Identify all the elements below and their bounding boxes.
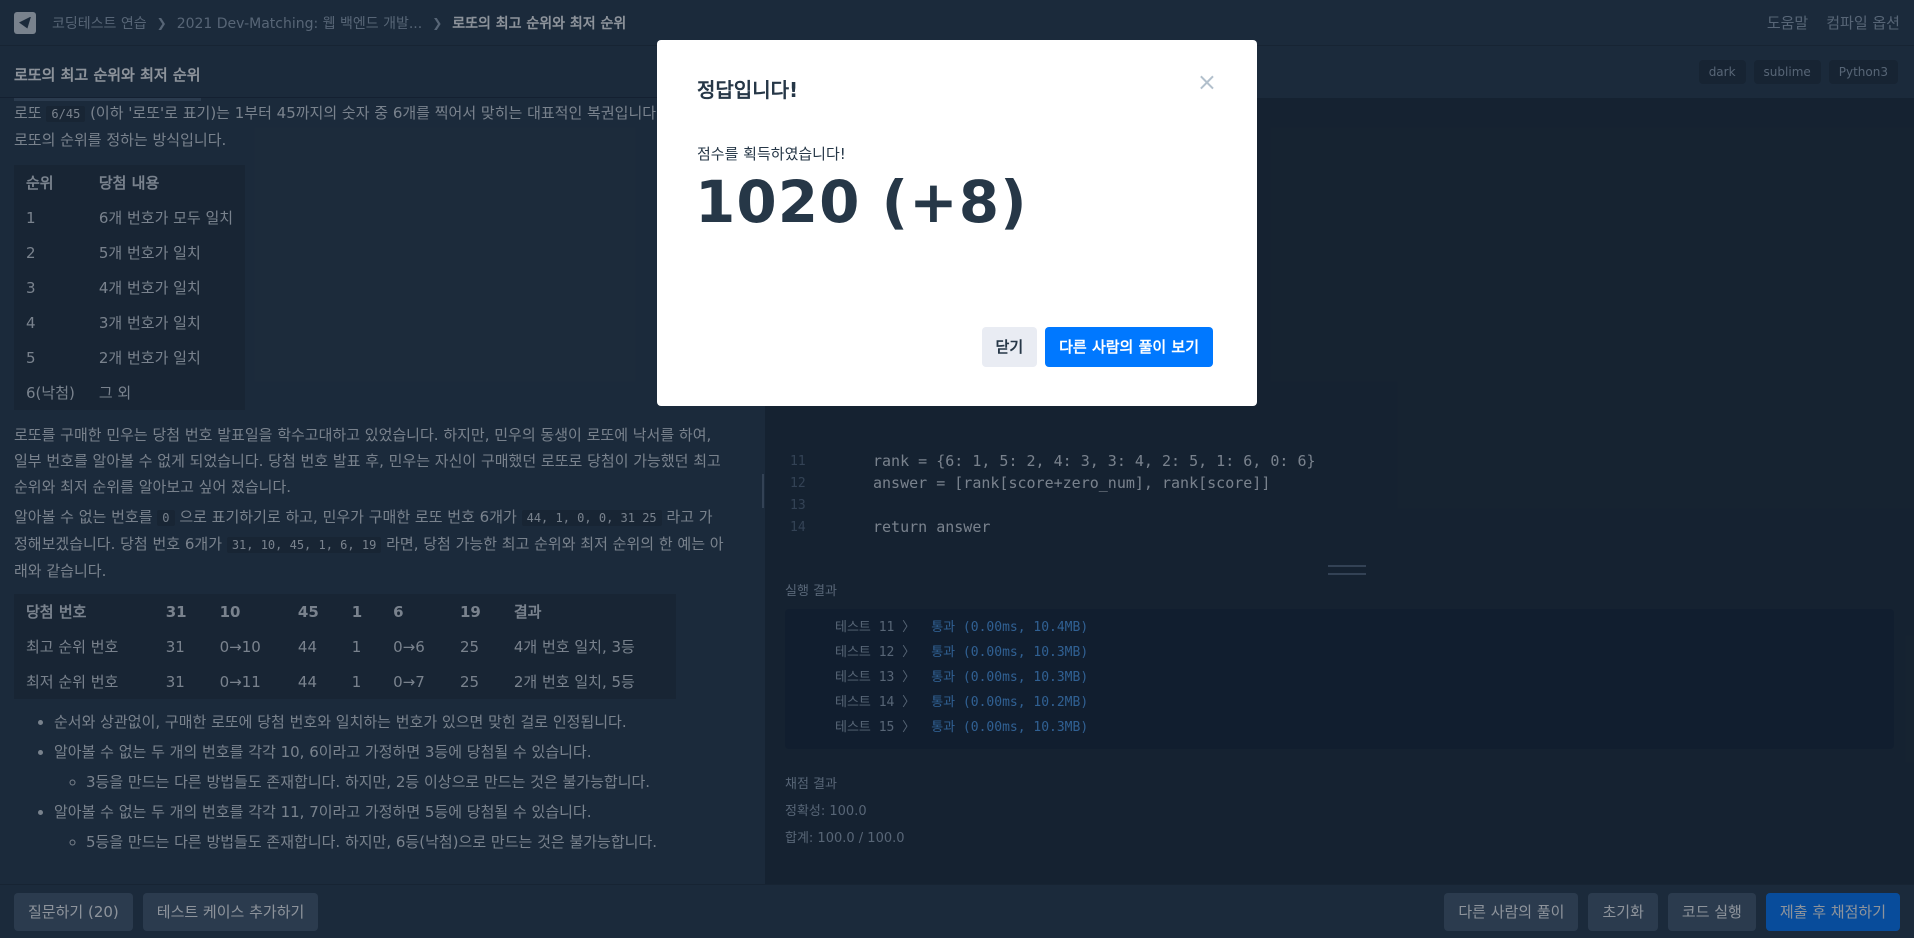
modal-subtitle: 점수를 획득하였습니다! bbox=[697, 145, 846, 163]
modal-actions: 닫기 다른 사람의 풀이 보기 bbox=[981, 327, 1213, 367]
result-modal: 정답입니다! × 점수를 획득하였습니다! 1020 (+8) 닫기 다른 사람… bbox=[657, 40, 1257, 406]
modal-title: 정답입니다! bbox=[697, 78, 799, 102]
view-others-button[interactable]: 다른 사람의 풀이 보기 bbox=[1045, 327, 1213, 367]
close-icon[interactable]: × bbox=[1197, 70, 1217, 94]
close-button[interactable]: 닫기 bbox=[981, 327, 1038, 367]
score-display: 1020 (+8) bbox=[695, 168, 1028, 236]
